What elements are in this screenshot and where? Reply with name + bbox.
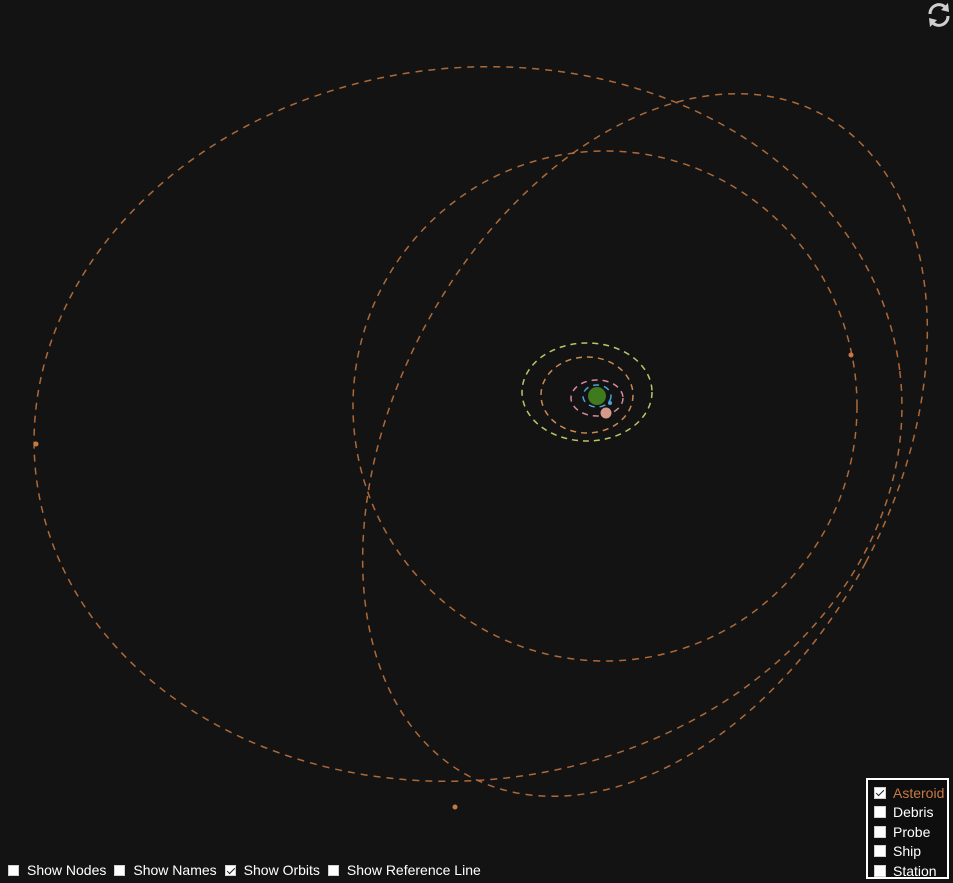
orbit-view[interactable]: [0, 0, 953, 883]
legend-label: Ship: [893, 843, 922, 860]
show-nodes-checkbox[interactable]: [8, 864, 19, 876]
show-names-label: Show Names: [133, 862, 217, 878]
moon-orbit-mid: [540, 356, 634, 434]
asteroid-orbit-2: [352, 150, 858, 662]
show-reference-line-checkbox[interactable]: [327, 864, 339, 876]
show-reference-line-label: Show Reference Line: [346, 862, 481, 878]
moon-small[interactable]: [608, 401, 612, 405]
option-show-orbits[interactable]: Show Orbits: [224, 862, 320, 878]
ship-checkbox[interactable]: [874, 845, 886, 858]
asteroid-checkbox[interactable]: [874, 786, 886, 799]
debris-checkbox[interactable]: [874, 806, 886, 819]
legend-label: Probe: [893, 823, 931, 840]
asteroid-marker[interactable]: [452, 804, 458, 810]
option-show-reference-line[interactable]: Show Reference Line: [327, 862, 481, 878]
display-options: Show Nodes Show Names Show Orbits Show R…: [8, 860, 489, 880]
legend-label: Debris: [893, 804, 934, 821]
option-show-nodes[interactable]: Show Nodes: [8, 862, 106, 878]
legend-item-ship[interactable]: Ship: [874, 842, 947, 862]
asteroid-orbit-1: [33, 65, 903, 783]
refresh-button[interactable]: [925, 0, 953, 30]
refresh-icon: [928, 3, 950, 27]
station-checkbox[interactable]: [874, 864, 886, 877]
legend-item-station[interactable]: Station: [874, 861, 947, 881]
legend-label: Asteroid: [893, 784, 945, 801]
asteroid-orbit-3: [361, 92, 929, 798]
object-type-legend: Asteroid Debris Probe Ship Station: [866, 778, 949, 879]
show-names-checkbox[interactable]: [114, 864, 126, 876]
legend-item-probe[interactable]: Probe: [874, 822, 947, 842]
planet[interactable]: [588, 387, 606, 405]
legend-item-debris[interactable]: Debris: [874, 803, 947, 823]
show-orbits-checkbox[interactable]: [224, 864, 236, 876]
legend-label: Station: [893, 862, 937, 879]
moon[interactable]: [600, 407, 612, 419]
legend-item-asteroid[interactable]: Asteroid: [874, 783, 947, 803]
asteroid-marker[interactable]: [33, 441, 39, 447]
option-show-names[interactable]: Show Names: [114, 862, 217, 878]
show-orbits-label: Show Orbits: [243, 862, 320, 878]
probe-checkbox[interactable]: [874, 825, 886, 838]
show-nodes-label: Show Nodes: [27, 862, 107, 878]
asteroid-marker[interactable]: [848, 352, 854, 358]
